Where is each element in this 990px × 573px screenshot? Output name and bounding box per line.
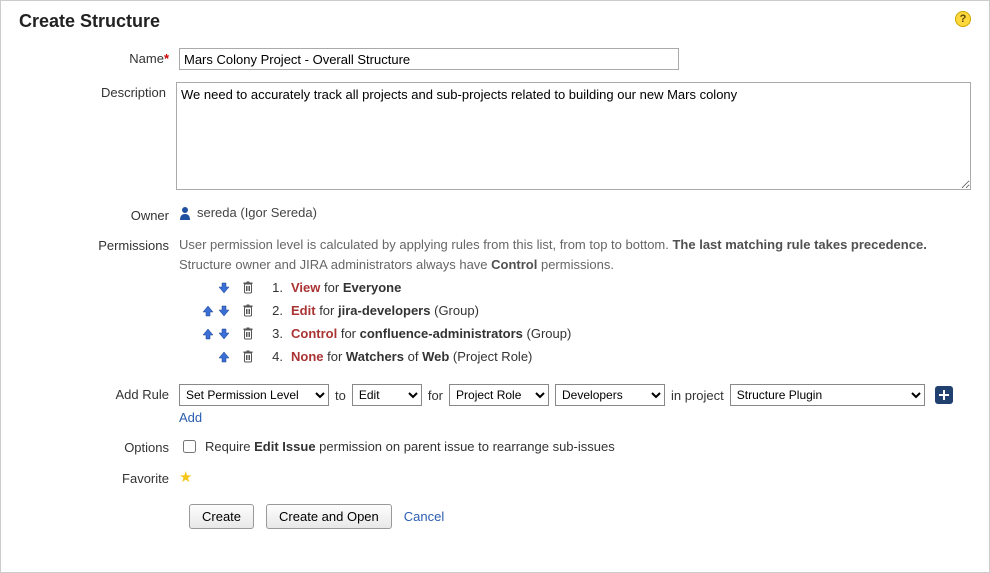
addrule-label: Add Rule [19, 384, 179, 402]
addrule-add-link[interactable]: Add [179, 410, 202, 425]
addrule-role-select[interactable]: Developers [555, 384, 665, 406]
owner-label: Owner [19, 205, 179, 223]
user-icon [179, 206, 191, 220]
rule-number: 2. [265, 303, 283, 318]
rule-body: Control for confluence-administrators (G… [291, 326, 571, 341]
delete-rule-icon[interactable] [241, 327, 255, 341]
permissions-help: User permission level is calculated by a… [179, 235, 971, 274]
move-up-icon[interactable] [201, 327, 215, 341]
options-label: Options [19, 437, 179, 455]
options-checkbox[interactable] [183, 440, 196, 453]
favorite-label: Favorite [19, 468, 179, 486]
addrule-inproject-label: in project [671, 388, 724, 403]
cancel-link[interactable]: Cancel [404, 509, 444, 524]
page-title: Create Structure [19, 11, 160, 32]
delete-rule-icon[interactable] [241, 281, 255, 295]
description-textarea[interactable] [176, 82, 971, 190]
create-button[interactable]: Create [189, 504, 254, 529]
rule-number: 1. [265, 280, 283, 295]
move-down-icon[interactable] [217, 304, 231, 318]
addrule-to-label: to [335, 388, 346, 403]
rule-number: 3. [265, 326, 283, 341]
permission-rule-row: 4. None for Watchers of Web (Project Role… [179, 349, 971, 364]
permission-rule-row: 3. Control for confluence-administrators … [179, 326, 971, 341]
move-down-icon[interactable] [217, 281, 231, 295]
favorite-star-icon[interactable]: ★ [179, 469, 192, 486]
addrule-for-label: for [428, 388, 443, 403]
addrule-project-select[interactable]: Structure Plugin [730, 384, 925, 406]
options-text: Require Edit Issue permission on parent … [205, 439, 615, 454]
move-up-icon[interactable] [201, 304, 215, 318]
addrule-perm-select[interactable]: Set Permission Level [179, 384, 329, 406]
delete-rule-icon[interactable] [241, 350, 255, 364]
addrule-to-select[interactable]: Edit [352, 384, 422, 406]
create-and-open-button[interactable]: Create and Open [266, 504, 392, 529]
description-label: Description [19, 82, 176, 100]
permission-rule-row: 1. View for Everyone [179, 280, 971, 295]
rule-body: Edit for jira-developers (Group) [291, 303, 479, 318]
addrule-plus-button[interactable] [935, 386, 953, 404]
addrule-scope-select[interactable]: Project Role [449, 384, 549, 406]
rule-number: 4. [265, 349, 283, 364]
help-icon[interactable]: ? [955, 11, 971, 27]
permission-rule-row: 2. Edit for jira-developers (Group) [179, 303, 971, 318]
delete-rule-icon[interactable] [241, 304, 255, 318]
owner-value: sereda (Igor Sereda) [197, 205, 317, 220]
rule-body: None for Watchers of Web (Project Role) [291, 349, 532, 364]
move-down-icon[interactable] [217, 327, 231, 341]
name-input[interactable] [179, 48, 679, 70]
permissions-label: Permissions [19, 235, 179, 253]
name-label: Name* [19, 48, 179, 66]
move-up-icon[interactable] [217, 350, 231, 364]
rule-body: View for Everyone [291, 280, 401, 295]
